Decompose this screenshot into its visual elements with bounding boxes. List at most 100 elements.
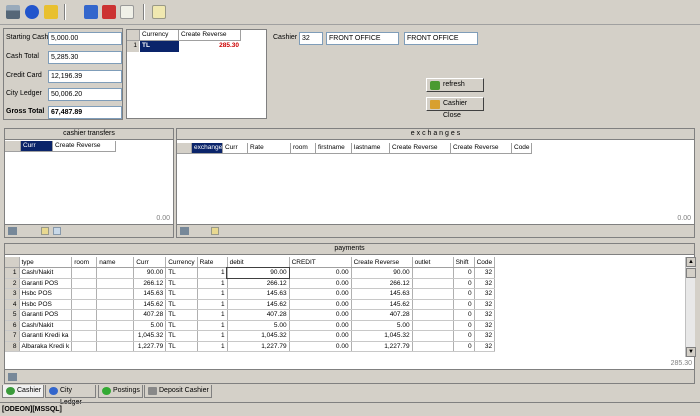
credit-header[interactable]: CREDIT [289,257,352,268]
curr-header[interactable]: Curr [133,257,167,268]
type-header[interactable]: type [19,257,73,268]
table-row[interactable]: 1 Cash/Nakit 90.00 TL 1 90.00 0.00 90.00 0 32 [5,266,496,279]
debit-cell: 1,045.32 [227,330,290,342]
city-ledger-field[interactable]: 50,006.20 [48,88,122,101]
copy-icon[interactable] [53,227,61,235]
row-number: 8 [5,341,20,352]
document-icon[interactable] [41,227,49,235]
gross-total-field[interactable]: 67,487.89 [48,106,122,119]
print-icon[interactable] [180,227,189,235]
table-row[interactable]: 4 Hsbc POS 145.62 TL 1 145.62 0.00 145.62 0 32 [5,299,496,310]
cashier-id-field[interactable]: 32 [299,32,323,45]
create-reverse-header[interactable]: Create Reverse [351,257,413,268]
curr-cell: 145.62 [133,299,167,310]
exchange-reverse-header-2[interactable]: Create Reverse [451,143,512,154]
tab-deposit-cashier[interactable]: Deposit Cashier [144,385,212,398]
rate-cell: 1 [197,330,228,342]
transfers-reverse-header[interactable]: Create Reverse [53,141,116,152]
exchanges-title: e x c h a n g e s [177,129,694,140]
table-row[interactable]: 2 Garanti POS 266.12 TL 1 266.12 0.00 266.12 0 32 [5,278,496,289]
shift-cell: 0 [453,267,475,279]
exchanges-grid: exchange Curr Rate room firstname lastna… [177,143,694,219]
tab-postings[interactable]: Postings [98,385,143,398]
currency-row[interactable]: 1 TL 285.30 [127,41,241,52]
payments-footer [5,369,694,383]
table-row[interactable]: 6 Cash/Nakit 5.00 TL 1 5.00 0.00 5.00 0 32 [5,320,496,331]
debit-header[interactable]: debit [227,257,290,268]
name-header[interactable]: name [96,257,135,268]
reverse-cell: 90.00 [351,267,413,279]
exchange-firstname-header[interactable]: firstname [316,143,352,154]
table-row[interactable]: 5 Garanti POS 407.28 TL 1 407.28 0.00 407.28 0 32 [5,309,496,321]
row-number: 2 [5,278,20,289]
starting-cash-field[interactable]: 5,000.00 [48,32,122,45]
cash-total-field[interactable]: 5,285.30 [48,51,122,64]
cash-total-label: Cash Total [6,53,39,60]
room-cell [71,267,98,279]
rate-cell: 1 [197,299,228,310]
document-icon[interactable] [211,227,219,235]
row-number: 1 [5,267,20,279]
document-icon[interactable] [120,5,134,19]
curr-cell: 145.63 [133,288,167,300]
type-cell: Cash/Nakit [19,320,73,331]
name-cell [96,288,135,300]
currency-cell: TL [165,299,198,310]
help-icon[interactable] [84,5,98,19]
toolbar-separator [64,4,66,20]
table-row[interactable]: 8 Albaraka Kredi k 1,227.79 TL 1 1,227.79 0.00… [5,341,496,352]
shift-header[interactable]: Shift [453,257,475,268]
currency-header[interactable]: Currency [140,30,179,41]
credit-card-field[interactable]: 12,196.39 [48,70,122,83]
print-icon[interactable] [8,227,17,235]
tab-cashier[interactable]: Cashier [2,385,44,398]
transfers-curr-header[interactable]: Curr [21,141,53,152]
exchange-curr-header[interactable]: Curr [223,143,248,154]
main-toolbar [0,0,700,25]
cashier-name-field[interactable]: FRONT OFFICE [326,32,399,45]
type-cell: Cash/Nakit [19,267,73,279]
edit-icon[interactable] [152,5,166,19]
shift-cell: 0 [453,299,475,310]
row-number: 3 [5,288,20,300]
code-cell: 32 [474,278,496,289]
rate-header[interactable]: Rate [197,257,228,268]
room-cell [71,341,98,352]
table-row[interactable]: 7 Garanti Kredi ka 1,045.32 TL 1 1,045.32 0.00… [5,330,496,342]
credit-cell: 0.00 [289,278,352,289]
currency-cell: TL [165,309,198,321]
curr-cell: 407.28 [133,309,167,321]
report-icon[interactable] [102,5,116,19]
code-header[interactable]: Code [474,257,496,268]
deposit-cashier-icon [148,387,157,395]
outlet-header[interactable]: outlet [412,257,454,268]
currency-header[interactable]: Currency [165,257,198,268]
print-icon[interactable] [8,373,17,381]
row-number: 7 [5,330,20,342]
outlet-cell [412,330,454,342]
cash-summary-panel: Starting Cash 5,000.00 Cash Total 5,285.… [3,28,123,120]
cashier-close-button[interactable]: Cashier Close [426,97,484,119]
row-number: 4 [5,299,20,310]
payments-scrollbar[interactable]: ▲ ▼ [685,257,696,357]
tab-city-ledger[interactable]: City Ledger [45,385,96,406]
print-icon[interactable] [6,5,20,19]
refresh-button[interactable]: refresh [426,78,484,92]
row-number: 1 [127,41,139,52]
exchange-room-header[interactable]: room [291,143,316,154]
exchange-reverse-header-1[interactable]: Create Reverse [390,143,451,154]
exchange-lastname-header[interactable]: lastname [352,143,390,154]
cashier-desc-field[interactable]: FRONT OFFICE [404,32,478,45]
exchange-rate-header[interactable]: Rate [248,143,291,154]
exchange-code-header[interactable]: Code [512,143,532,154]
scroll-up-button[interactable]: ▲ [686,257,696,267]
exchange-header[interactable]: exchange [192,143,223,154]
lock-icon[interactable] [44,5,58,19]
create-reverse-header[interactable]: Create Reverse [179,30,241,41]
table-row[interactable]: 3 Hsbc POS 145.63 TL 1 145.63 0.00 145.63 0 32 [5,288,496,300]
scroll-down-button[interactable]: ▼ [686,347,696,357]
room-header[interactable]: room [71,257,98,268]
exchanges-total: 0.00 [677,215,691,222]
scroll-thumb[interactable] [686,268,696,278]
info-icon[interactable] [25,5,39,19]
